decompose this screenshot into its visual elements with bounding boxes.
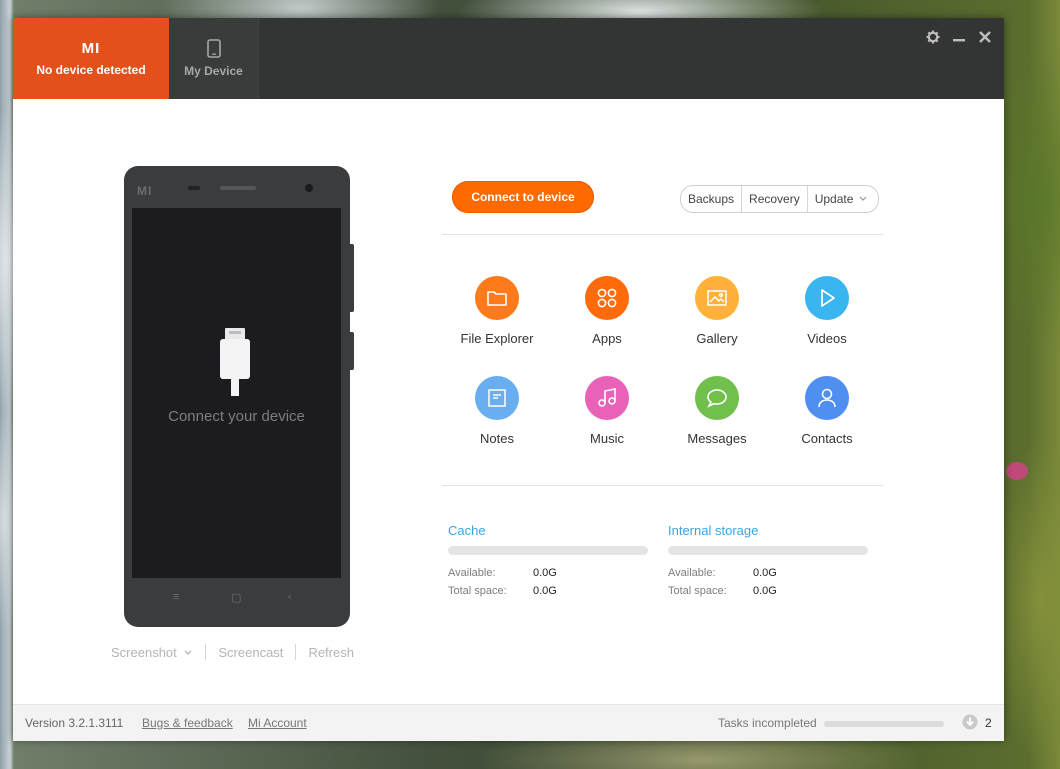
connect-to-device-button[interactable]: Connect to device	[452, 181, 594, 213]
play-icon	[805, 276, 849, 320]
connect-your-device-text: Connect your device	[168, 408, 305, 425]
notes-icon	[475, 376, 519, 420]
divider	[205, 644, 207, 660]
apps-icon	[585, 276, 629, 320]
title-bar: MI No device detected My Device	[13, 18, 1004, 99]
internal-storage-usage-bar	[668, 546, 868, 555]
apps-label: Apps	[592, 331, 622, 346]
phone-actions: Screenshot Screencast Refresh	[111, 644, 354, 660]
phone-camera	[305, 184, 313, 192]
cache-title: Cache	[448, 523, 486, 538]
tab-my-device[interactable]: My Device	[169, 18, 259, 99]
mi-logo: MI	[81, 39, 101, 57]
usb-cable-icon	[220, 328, 250, 396]
gallery-icon	[695, 276, 739, 320]
gallery-label: Gallery	[696, 331, 738, 346]
backup-segment-control: Backups Recovery Update	[680, 185, 880, 213]
videos-button[interactable]: Videos	[777, 276, 877, 346]
contacts-label: Contacts	[801, 431, 853, 446]
refresh-button[interactable]: Refresh	[308, 645, 354, 660]
chevron-down-icon	[184, 650, 192, 655]
backups-button[interactable]: Backups	[681, 186, 743, 212]
gear-icon[interactable]	[924, 28, 942, 46]
tasks-label: Tasks incompleted	[718, 716, 817, 730]
screencast-button[interactable]: Screencast	[218, 645, 283, 660]
message-icon	[695, 376, 739, 420]
home-key-icon: ▢	[231, 592, 242, 604]
screenshot-label: Screenshot	[111, 644, 177, 660]
phone-brand-logo: MI	[137, 184, 153, 198]
total-space-label: Total space:	[668, 585, 727, 597]
cache-total-value: 0.0G	[533, 585, 557, 597]
update-label: Update	[814, 192, 854, 206]
recovery-button[interactable]: Recovery	[742, 186, 808, 212]
screenshot-button[interactable]: Screenshot	[111, 645, 193, 660]
bugs-feedback-link[interactable]: Bugs & feedback	[142, 716, 233, 730]
tab-no-device-label: No device detected	[36, 62, 146, 77]
phone-outline-icon	[206, 39, 221, 58]
cache-usage-bar	[448, 546, 648, 555]
available-label: Available:	[668, 567, 716, 579]
messages-label: Messages	[687, 431, 747, 446]
phone-screen: Connect your device	[132, 208, 341, 578]
music-button[interactable]: Music	[557, 376, 657, 446]
music-icon	[585, 376, 629, 420]
notes-label: Notes	[480, 431, 514, 446]
phone-preview: MI Connect your device ≡ ▢ ‹	[124, 166, 354, 627]
videos-label: Videos	[807, 331, 847, 346]
gallery-button[interactable]: Gallery	[667, 276, 767, 346]
update-button[interactable]: Update	[808, 186, 879, 212]
tasks-progress-bar	[824, 721, 944, 727]
contacts-button[interactable]: Contacts	[777, 376, 877, 446]
phone-sensor	[188, 186, 200, 190]
phone-power-button	[350, 332, 354, 370]
tab-no-device[interactable]: MI No device detected	[13, 18, 169, 99]
back-key-icon: ‹	[288, 591, 292, 603]
file-explorer-label: File Explorer	[460, 331, 534, 346]
tab-my-device-label: My Device	[184, 64, 243, 78]
menu-key-icon: ≡	[173, 591, 180, 603]
phone-speaker	[220, 186, 256, 190]
available-label: Available:	[448, 567, 496, 579]
status-bar: Version 3.2.1.3111 Bugs & feedback Mi Ac…	[13, 704, 1004, 741]
cache-available-value: 0.0G	[533, 567, 557, 579]
mi-pc-suite-window: MI No device detected My Device MI Conne…	[13, 18, 1004, 741]
wallpaper-flower	[1006, 462, 1028, 480]
music-label: Music	[590, 431, 624, 446]
window-controls	[924, 28, 994, 46]
folder-icon	[475, 276, 519, 320]
internal-storage-title: Internal storage	[668, 523, 759, 538]
version-text: Version 3.2.1.3111	[25, 716, 124, 730]
close-icon[interactable]	[976, 28, 994, 46]
download-icon[interactable]	[962, 714, 978, 730]
chevron-down-icon	[859, 196, 867, 201]
internal-storage: Internal storage Available: 0.0G Total sp…	[668, 523, 868, 597]
total-space-label: Total space:	[448, 585, 507, 597]
file-explorer-button[interactable]: File Explorer	[447, 276, 547, 346]
phone-volume-button	[350, 244, 354, 312]
apps-button[interactable]: Apps	[557, 276, 657, 346]
mi-account-link[interactable]: Mi Account	[248, 716, 307, 730]
divider	[295, 644, 297, 660]
messages-button[interactable]: Messages	[667, 376, 767, 446]
cache-storage: Cache Available: 0.0G Total space: 0.0G	[448, 523, 648, 597]
internal-available-value: 0.0G	[753, 567, 777, 579]
internal-total-value: 0.0G	[753, 585, 777, 597]
tasks-count-badge: 2	[985, 716, 992, 730]
notes-button[interactable]: Notes	[447, 376, 547, 446]
divider	[442, 485, 883, 486]
minimize-icon[interactable]	[950, 28, 968, 46]
divider	[442, 234, 883, 235]
contact-icon	[805, 376, 849, 420]
